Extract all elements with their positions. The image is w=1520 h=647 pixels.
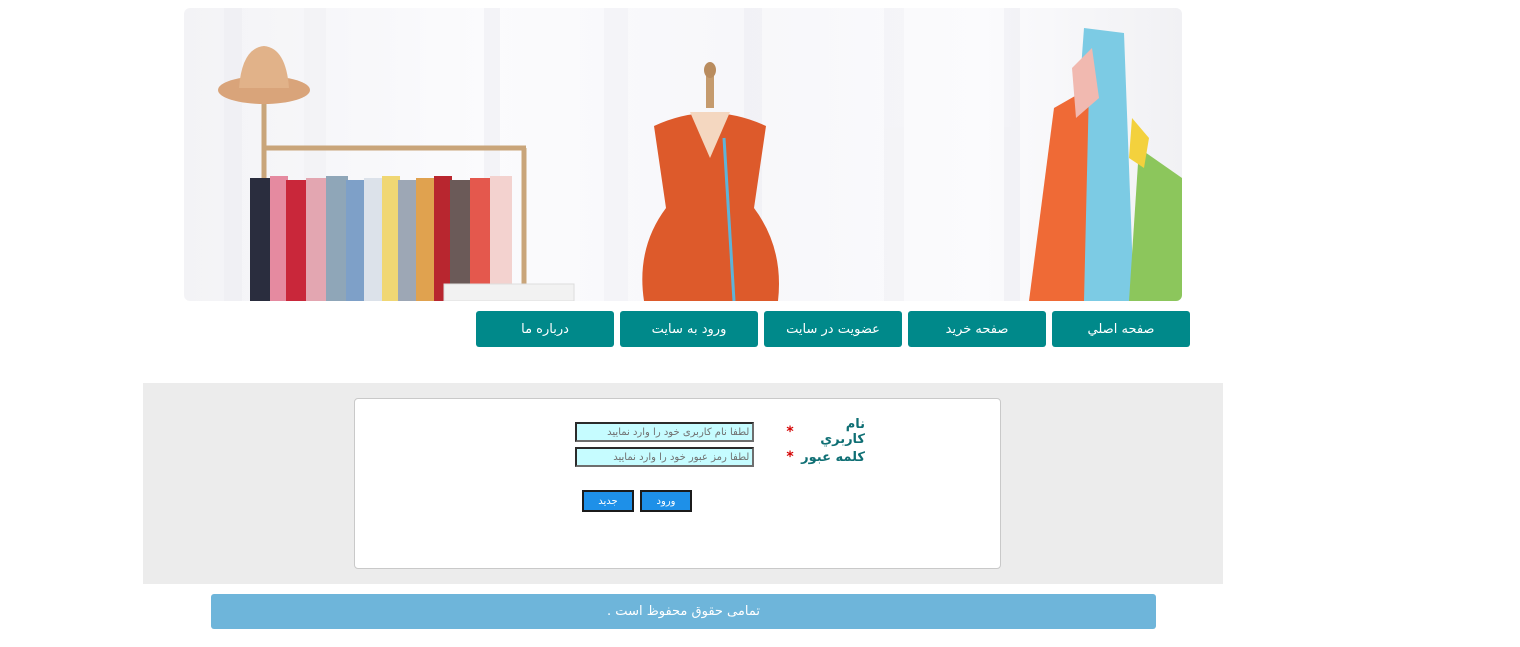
- username-input[interactable]: [575, 422, 755, 442]
- required-mark: *: [786, 449, 794, 465]
- footer-copyright: تمامی حقوق محفوظ است .: [211, 594, 1156, 629]
- login-button[interactable]: ورود: [640, 490, 692, 512]
- username-label: نام كاربري: [820, 417, 865, 447]
- username-row: نام كاربري *: [575, 417, 865, 447]
- hero-banner-image: [184, 8, 1182, 301]
- banner-illustration: [218, 8, 1182, 301]
- nav-register-button[interactable]: عضويت در سايت: [764, 311, 902, 347]
- password-label: كلمه عبور: [801, 449, 865, 465]
- main-nav: صفحه اصلي صفحه خريد عضويت در سايت ورود ب…: [476, 311, 1190, 347]
- content-panel: نام كاربري * كلمه عبور * جديد ورود: [143, 383, 1223, 584]
- required-mark: *: [786, 424, 794, 440]
- new-button[interactable]: جديد: [582, 490, 634, 512]
- nav-shop-button[interactable]: صفحه خريد: [908, 311, 1046, 347]
- nav-about-button[interactable]: درباره ما: [476, 311, 614, 347]
- login-buttons: جديد ورود: [582, 490, 692, 512]
- password-input[interactable]: [575, 447, 755, 467]
- nav-login-button[interactable]: ورود به سايت: [620, 311, 758, 347]
- password-row: كلمه عبور *: [575, 447, 865, 467]
- login-form: نام كاربري * كلمه عبور * جديد ورود: [354, 398, 1001, 569]
- nav-home-button[interactable]: صفحه اصلي: [1052, 311, 1190, 347]
